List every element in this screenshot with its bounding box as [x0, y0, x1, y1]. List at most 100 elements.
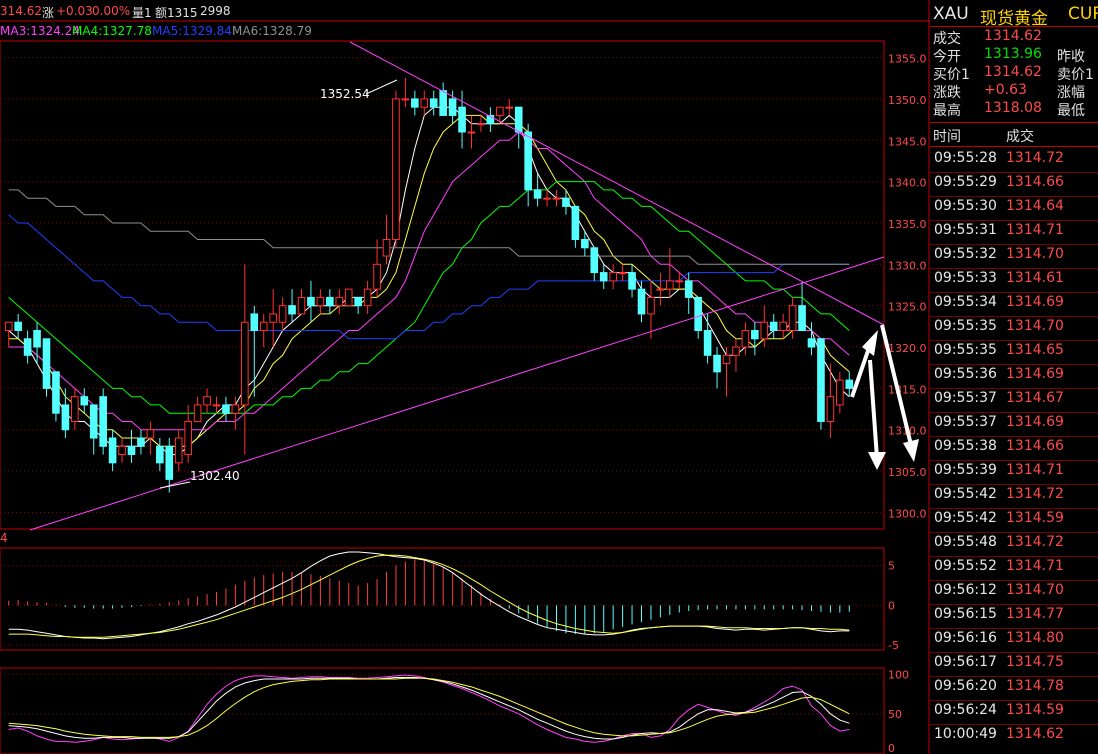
candle [4, 321, 13, 348]
candle-body-up [505, 106, 514, 109]
tick-time: 09:55:32 [934, 246, 997, 262]
candle-body-up [647, 296, 655, 315]
main-y-tick-label: 1355.0 [888, 53, 927, 66]
candle-body-down [448, 98, 457, 116]
candle [326, 289, 334, 314]
candle-body-up [373, 263, 381, 290]
candle-body-down [817, 338, 825, 422]
tick-price: 1314.72 [1006, 150, 1064, 166]
candle [297, 289, 306, 315]
trendline-lower [29, 256, 885, 531]
tick-price: 1314.62 [1006, 726, 1064, 742]
candle [127, 429, 136, 463]
tick-divider [930, 460, 1098, 461]
tick-price: 1314.59 [1006, 702, 1064, 718]
candle [71, 388, 79, 430]
tick-row: 09:55:33 1314.61 [930, 270, 1098, 294]
candle [241, 264, 249, 455]
quote-panel: XAU 现货黄金 CUR 成交 1314.62 今开 1313.96 昨收 买价… [930, 0, 1098, 754]
quote-label-change-pct: 涨幅 [1057, 85, 1085, 101]
tick-time: 10:00:49 [934, 726, 997, 742]
candle [392, 90, 400, 248]
candle-body-up [212, 404, 221, 407]
candle [609, 264, 617, 290]
ma-line-4 [8, 214, 850, 340]
candle [278, 297, 287, 331]
ticks-header-time: 时间 [933, 129, 961, 145]
candle-body-up [174, 437, 183, 464]
tick-price: 1314.67 [1006, 390, 1064, 406]
main-y-tick-label: 1340.0 [888, 177, 927, 190]
candle-body-down [703, 329, 712, 356]
macd-y-tick-label: 0 [888, 599, 895, 612]
main-y-tick-label: 1350.0 [888, 94, 927, 107]
candle-body-down [684, 280, 693, 298]
candle-body-up [297, 296, 306, 315]
candle [467, 115, 476, 149]
arrow-up-left [850, 344, 872, 398]
kdj-line-0 [8, 674, 850, 743]
candle [817, 338, 825, 430]
candle-body-down [23, 338, 32, 356]
tick-divider [930, 604, 1098, 605]
tick-time: 09:55:42 [934, 510, 997, 526]
main-y-tick-label: 1300.0 [888, 507, 927, 520]
ticks-header-divider [930, 146, 1098, 147]
candle [826, 363, 835, 439]
tick-divider [930, 580, 1098, 581]
candle [307, 280, 315, 323]
tick-row: 09:55:32 1314.70 [930, 246, 1098, 270]
candle-body-down [599, 272, 608, 282]
candle [439, 82, 447, 116]
candle [741, 322, 750, 356]
quote-label-prevclose: 昨收 [1057, 49, 1085, 65]
macd-line-1 [8, 554, 850, 638]
candle-body-up [401, 98, 410, 101]
tick-row: 09:55:28 1314.72 [930, 150, 1098, 174]
candle [779, 313, 787, 339]
candle-body-down [514, 106, 523, 133]
candle [618, 264, 627, 281]
candle-body-up [675, 280, 684, 283]
ma-line-3 [8, 181, 850, 414]
quote-row-bid: 买价1 1314.62 卖价1 [930, 64, 1098, 84]
tick-time: 09:55:30 [934, 198, 997, 214]
annotation-low-label: 1302.40 [190, 469, 240, 483]
candle [89, 404, 98, 455]
candle [552, 189, 561, 207]
tick-time: 09:56:24 [934, 702, 997, 718]
tick-time: 09:55:28 [934, 150, 997, 166]
tick-divider [930, 172, 1098, 173]
quote-row-open: 今开 1313.96 昨收 [930, 46, 1098, 66]
quote-summary-divider [930, 122, 1098, 123]
tick-time: 09:55:35 [934, 342, 997, 358]
tick-divider [930, 700, 1098, 701]
candle-body-up [335, 296, 344, 307]
candle [80, 388, 89, 414]
candle-body-down [42, 338, 51, 389]
candle-body-up [826, 396, 835, 422]
candle [52, 371, 60, 422]
candle-body-down [89, 404, 98, 439]
quote-value-high: 1318.08 [984, 100, 1042, 116]
candle-body-down [751, 329, 759, 340]
tick-divider [930, 724, 1098, 725]
kdj-y-tick-label: 0 [888, 742, 895, 754]
tick-price: 1314.69 [1006, 366, 1064, 382]
tick-row: 09:55:36 1314.69 [930, 366, 1098, 390]
main-y-tick-label: 1345.0 [888, 135, 927, 148]
main-y-tick-label: 1315.0 [888, 383, 927, 396]
tick-price: 1314.78 [1006, 678, 1064, 694]
arrow-down-left-head [868, 452, 886, 470]
tick-time: 09:56:16 [934, 630, 997, 646]
candle-body-up [741, 329, 750, 348]
candle [713, 347, 721, 389]
candle [505, 98, 514, 116]
candle-body-up [118, 445, 126, 456]
candle-body-up [316, 296, 325, 307]
tick-time: 09:56:12 [934, 582, 997, 598]
candle-body-up [184, 420, 192, 456]
candle [156, 438, 164, 472]
kdj-line-2 [8, 677, 850, 738]
candle-body-up [146, 429, 155, 439]
